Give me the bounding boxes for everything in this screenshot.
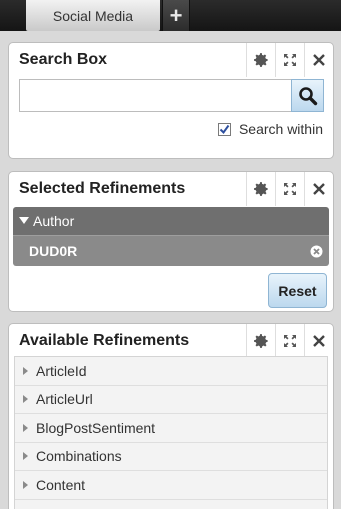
triangle-right-icon	[23, 423, 28, 432]
panel-header: Selected Refinements	[9, 172, 333, 206]
selected-refinements-panel: Selected Refinements Author DUD0R Reset	[8, 171, 334, 312]
selected-refinement-label: DUD0R	[29, 243, 78, 259]
gear-icon	[254, 334, 268, 348]
expand-icon	[284, 54, 296, 66]
close-icon	[313, 54, 325, 66]
close-button[interactable]	[304, 172, 333, 206]
gear-icon	[254, 182, 268, 196]
settings-button[interactable]	[246, 324, 275, 358]
triangle-down-icon	[19, 217, 29, 224]
panel-title: Selected Refinements	[19, 180, 186, 197]
triangle-right-icon	[23, 480, 28, 489]
expand-icon	[284, 183, 296, 195]
search-within-label: Search within	[238, 121, 323, 137]
checkmark-icon	[219, 124, 230, 134]
panel-tools	[246, 324, 333, 358]
panel-title: Available Refinements	[19, 332, 190, 349]
add-tab-button[interactable]: +	[162, 0, 190, 31]
close-icon	[313, 183, 325, 195]
selected-refinement-value: DUD0R	[13, 235, 329, 266]
refinement-item-label: BlogPostSentiment	[36, 419, 156, 436]
gear-icon	[254, 53, 268, 67]
close-icon	[313, 335, 325, 347]
refinement-group-label: Author	[33, 213, 75, 229]
reset-button[interactable]: Reset	[268, 273, 327, 308]
triangle-right-icon	[23, 395, 28, 404]
refinement-item-articleurl[interactable]: ArticleUrl	[15, 386, 327, 414]
refinement-group-author[interactable]: Author	[13, 207, 329, 235]
panel-header: Search Box	[9, 43, 333, 77]
search-box-panel: Search Box Search within	[8, 42, 334, 159]
refinement-item-label: Content	[36, 476, 86, 493]
panel-title: Search Box	[19, 51, 108, 68]
triangle-right-icon	[23, 452, 28, 461]
settings-button[interactable]	[246, 43, 275, 77]
expand-button[interactable]	[275, 324, 304, 358]
triangle-right-icon	[23, 366, 28, 375]
expand-button[interactable]	[275, 172, 304, 206]
panel-tools	[246, 43, 333, 77]
tab-bar: Social Media +	[0, 0, 341, 31]
refinement-item-combinations[interactable]: Combinations	[15, 443, 327, 471]
panel-header: Available Refinements	[9, 324, 333, 358]
refinement-item-label: Combinations	[36, 448, 122, 465]
refinement-item-articleid[interactable]: ArticleId	[15, 357, 327, 386]
search-input[interactable]	[19, 79, 291, 112]
tab-social-media[interactable]: Social Media	[26, 0, 160, 31]
search-within-option[interactable]: Search within	[217, 121, 323, 137]
settings-button[interactable]	[246, 172, 275, 206]
search-button[interactable]	[291, 79, 324, 112]
expand-icon	[284, 335, 296, 347]
search-icon	[298, 86, 317, 105]
close-button[interactable]	[304, 43, 333, 77]
close-button[interactable]	[304, 324, 333, 358]
remove-circle-icon[interactable]	[310, 245, 323, 258]
refinement-item-content[interactable]: Content	[15, 471, 327, 500]
panel-tools	[246, 172, 333, 206]
search-within-checkbox[interactable]	[217, 122, 231, 136]
available-refinements-list: ArticleId ArticleUrl BlogPostSentiment C…	[14, 356, 328, 509]
refinement-item-label: ArticleUrl	[36, 391, 93, 408]
refinement-item-blogpostsentiment[interactable]: BlogPostSentiment	[15, 414, 327, 443]
expand-button[interactable]	[275, 43, 304, 77]
available-refinements-panel: Available Refinements ArticleId ArticleU…	[8, 323, 334, 509]
refinement-item-label: ArticleId	[36, 362, 87, 379]
search-row	[19, 79, 324, 112]
